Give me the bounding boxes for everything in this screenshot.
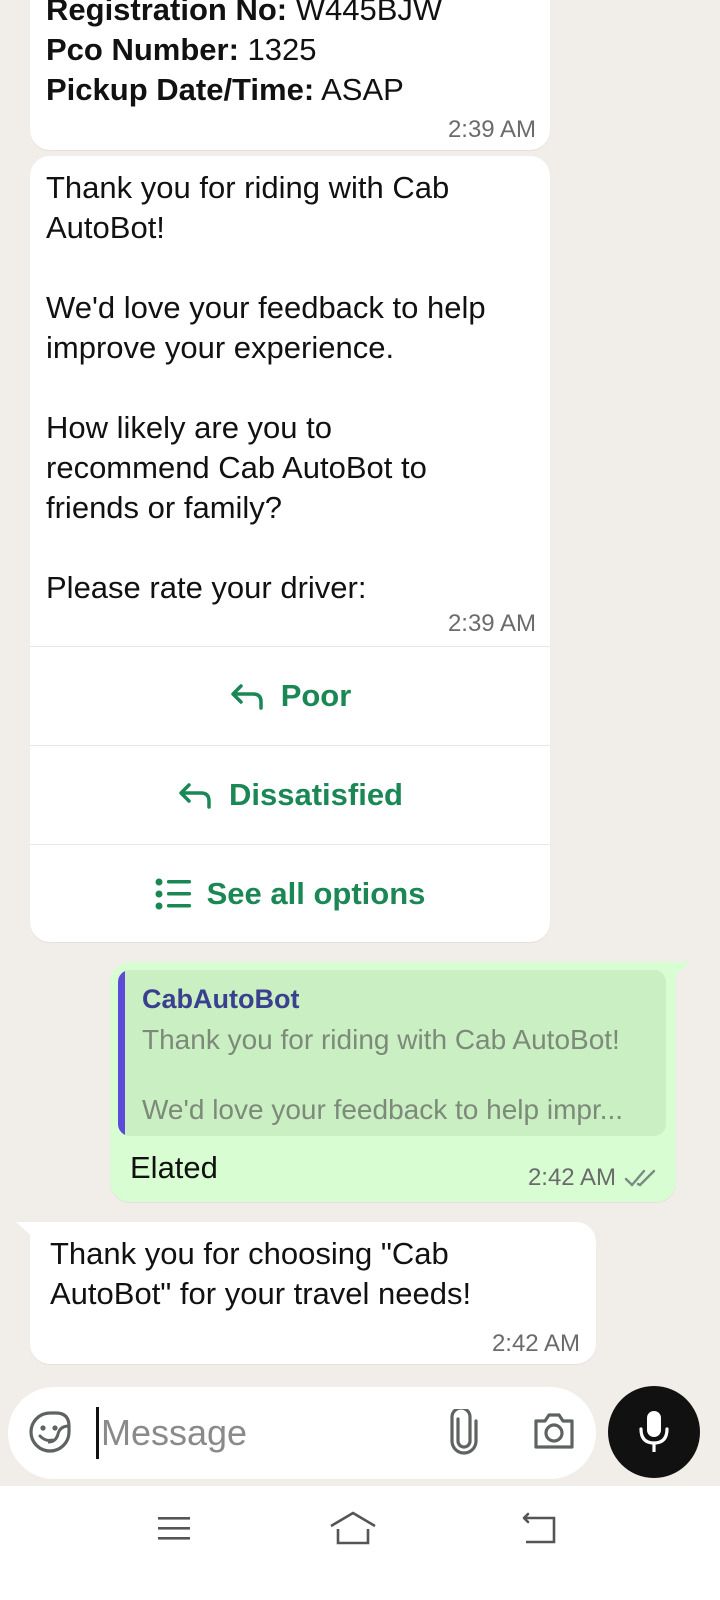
quoted-message[interactable]: CabAutoBot Thank you for riding with Cab… — [118, 970, 666, 1136]
bubble-tail — [16, 1222, 38, 1242]
message-time: 2:42 AM — [491, 1330, 580, 1357]
message-time: 2:39 AM — [447, 610, 536, 637]
quote-bar — [118, 970, 125, 1136]
confirmation-bubble: Thank you for choosing "Cab AutoBot" for… — [16, 1222, 596, 1364]
menu-icon[interactable] — [156, 1514, 192, 1549]
voice-record-button[interactable] — [608, 1386, 700, 1478]
trip-details-bubble: Registration No: W445BJW Pco Number: 132… — [30, 0, 550, 150]
mic-icon — [639, 1411, 669, 1452]
read-receipt-icon — [624, 1169, 656, 1187]
reply-dissatisfied-button[interactable]: Dissatisfied — [30, 745, 550, 843]
quote-text-line: We'd love your feedback to help impr... — [142, 1094, 624, 1125]
message-composer: Message — [8, 1387, 596, 1479]
camera-icon[interactable] — [532, 1411, 576, 1456]
attach-icon[interactable] — [448, 1406, 480, 1460]
confirmation-text: Thank you for choosing "Cab AutoBot" for… — [50, 1236, 472, 1311]
message-time: 2:39 AM — [447, 116, 536, 143]
quote-author: CabAutoBot — [142, 984, 300, 1014]
registration-line: Registration No: W445BJW — [46, 0, 443, 27]
quote-text-line: Thank you for riding with Cab AutoBot! — [142, 1024, 620, 1055]
list-icon — [155, 878, 191, 909]
back-icon[interactable] — [520, 1512, 560, 1551]
reply-poor-button[interactable]: Poor — [30, 646, 550, 744]
message-input[interactable]: Message — [96, 1407, 247, 1459]
message-meta: 2:42 AM — [528, 1164, 658, 1192]
reply-icon — [179, 782, 211, 809]
bubble-tail — [668, 962, 690, 982]
feedback-bubble: Thank you for riding with Cab AutoBot! W… — [30, 156, 550, 942]
system-navigation-bar — [0, 1486, 720, 1600]
feedback-text: Thank you for riding with Cab AutoBot! W… — [46, 170, 486, 605]
see-all-options-button[interactable]: See all options — [30, 844, 550, 942]
emoji-icon[interactable] — [28, 1410, 72, 1459]
reply-text: Elated — [130, 1150, 218, 1185]
home-icon[interactable] — [328, 1510, 378, 1551]
reply-icon — [230, 683, 263, 710]
outgoing-reply-bubble: CabAutoBot Thank you for riding with Cab… — [110, 962, 690, 1202]
pickup-line: Pickup Date/Time: ASAP — [46, 72, 404, 107]
pco-line: Pco Number: 1325 — [46, 32, 317, 67]
message-time: 2:42 AM — [527, 1164, 616, 1191]
